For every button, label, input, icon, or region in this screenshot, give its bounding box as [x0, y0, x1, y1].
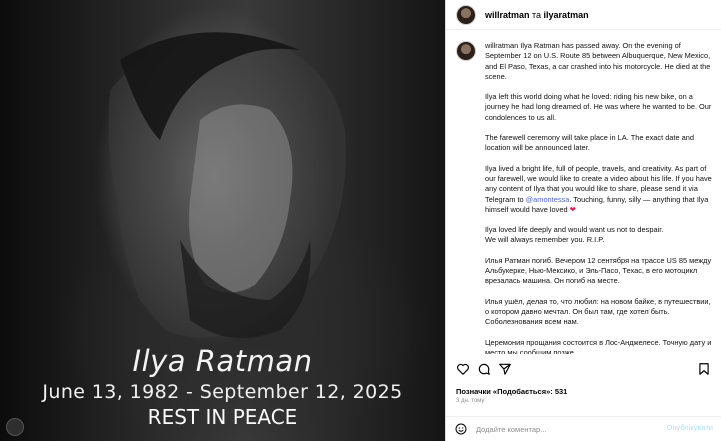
action-bar	[446, 360, 721, 380]
caption-p6: Илья Ратман погиб. Вечером 12 сентября н…	[485, 255, 712, 286]
mention-link[interactable]: @amontessa	[526, 195, 570, 204]
memorial-name: Ilya Ratman	[132, 344, 313, 378]
caption-text: willratman Ilya Ratman has passed away. …	[485, 41, 713, 354]
bookmark-icon[interactable]	[697, 362, 711, 376]
post-container: Ilya Ratman June 13, 1982 - September 12…	[0, 0, 721, 441]
memorial-rip: REST IN PEACE	[147, 405, 298, 429]
author-separator: та	[529, 9, 544, 20]
post-header: willratman та ilyaratman	[446, 0, 721, 30]
caption-p8: Церемония прощания состоится в Лос-Андже…	[485, 337, 712, 354]
caption-section[interactable]: willratman Ilya Ratman has passed away. …	[446, 31, 721, 354]
post-sidebar: willratman та ilyaratman willratman Ilya…	[445, 0, 721, 441]
emoji-icon[interactable]	[455, 423, 467, 435]
caption-p2: Ilya left this world doing what he loved…	[485, 92, 712, 122]
comment-input[interactable]	[476, 422, 646, 436]
red-heart-emoji: ❤	[569, 204, 576, 214]
heart-icon[interactable]	[456, 362, 470, 376]
caption-p3: The farewell ceremony will take place in…	[485, 133, 694, 153]
likes-count[interactable]: Позначки «Подобається»: 531	[456, 387, 567, 396]
tagged-user-icon[interactable]	[6, 418, 24, 436]
post-time[interactable]: 3 дн. тому	[456, 398, 484, 404]
post-authors: willratman та ilyaratman	[485, 10, 589, 20]
post-media[interactable]: Ilya Ratman June 13, 1982 - September 12…	[0, 0, 445, 441]
author-link-ilyaratman[interactable]: ilyaratman	[544, 10, 589, 20]
post-comment-button[interactable]: Опублікувати	[667, 423, 713, 432]
caption-p7: Илья ушёл, делая то, что любил: на новом…	[485, 296, 711, 327]
caption-p5b: We will always remember you. R.I.P.	[485, 235, 605, 245]
author-link-willratman[interactable]: willratman	[485, 10, 530, 20]
memorial-dates: June 13, 1982 - September 12, 2025	[42, 381, 403, 403]
comment-composer: Опублікувати	[446, 416, 721, 441]
caption-p1: Ilya Ratman has passed away. On the even…	[485, 41, 711, 81]
author-avatar[interactable]	[456, 4, 476, 25]
caption-p5a: Ilya loved life deeply and would want us…	[485, 225, 664, 235]
share-icon[interactable]	[498, 362, 512, 376]
caption-username[interactable]: willratman	[485, 41, 518, 50]
comment-icon[interactable]	[477, 362, 491, 376]
caption-avatar[interactable]	[456, 41, 476, 61]
